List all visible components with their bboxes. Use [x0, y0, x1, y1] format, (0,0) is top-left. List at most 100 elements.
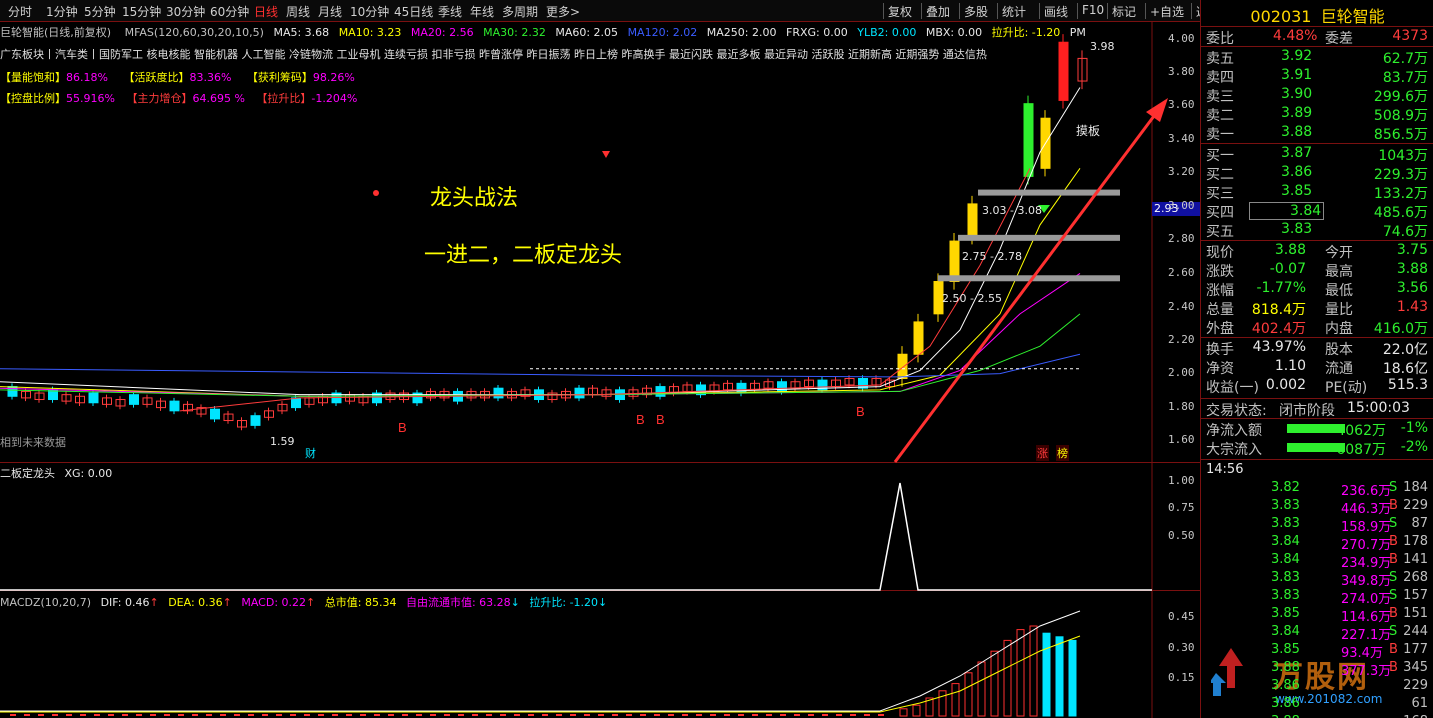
flow-pct: -1%	[1400, 420, 1428, 436]
tick-row: 3.83 349.8万 S 268	[1201, 570, 1433, 589]
tick-count: 177	[1403, 642, 1428, 657]
frxg-value: FRXG: 0.00	[786, 26, 848, 39]
period-tab[interactable]: 多周期	[502, 3, 538, 20]
period-tab[interactable]: 月线	[318, 3, 342, 20]
toolbar-button[interactable]: F10	[1082, 3, 1104, 17]
tick-side: S	[1389, 480, 1398, 495]
order-volume: 508.9万	[1373, 108, 1428, 124]
period-tab[interactable]: 5分钟	[84, 3, 116, 20]
period-tab[interactable]: 日线	[254, 3, 278, 20]
period-tab[interactable]: 年线	[470, 3, 494, 20]
period-tab[interactable]: 15分钟	[122, 3, 161, 20]
period-tab[interactable]: 1分钟	[46, 3, 78, 20]
macd-bar	[1016, 629, 1025, 717]
tick-volume: 274.0万	[1341, 592, 1392, 607]
order-label: 买三	[1206, 186, 1234, 202]
macd-bar	[290, 714, 296, 716]
kline-chart-area[interactable]: BBBB 巨轮智能(日线,前复权) MFAS(120,60,30,20,10,5…	[0, 22, 1200, 463]
macd-bar	[374, 714, 380, 716]
tick-row: 3.85 93.4万 B 177	[1201, 642, 1433, 661]
period-tab[interactable]: 30分钟	[166, 3, 205, 20]
tick-side: B	[1389, 642, 1398, 657]
macd-bar	[556, 714, 562, 716]
stock-code: 002031	[1250, 7, 1312, 26]
stat-label: 总量	[1206, 302, 1234, 318]
sector-tags[interactable]: 广东板块丨汽车类丨国防军工 核电核能 智能机器 人工智能 冷链物流 工业母机 连…	[0, 46, 1070, 62]
tick-volume: 234.9万	[1341, 556, 1392, 571]
macd-bar	[542, 714, 548, 716]
macd-bar	[52, 714, 58, 716]
period-tab[interactable]: 45日线	[394, 3, 433, 20]
macd-bar	[570, 714, 576, 716]
period-toolbar: 分时 1分钟 5分钟 15分钟 30分钟 60分钟 日线 周线 月线 10分钟 45日线 季线 年线 多周…	[0, 0, 1220, 22]
billboard-marker[interactable]: 榜	[1056, 445, 1069, 461]
stat-label: 内盘	[1325, 321, 1353, 337]
order-price: 3.90	[1281, 86, 1313, 102]
ind-value: 83.36%	[189, 71, 232, 84]
macd-bar	[206, 714, 212, 716]
stat-row: 换手 43.97% 股本 22.0亿	[1201, 338, 1433, 358]
ind-value: 86.18%	[66, 71, 108, 84]
stat-value: 3.88	[1274, 242, 1306, 258]
period-tab[interactable]: 60分钟	[210, 3, 249, 20]
sell-row: 卖二 3.89 508.9万	[1201, 104, 1433, 124]
candle	[736, 382, 747, 394]
limitup-marker[interactable]: 涨	[1036, 445, 1049, 461]
macd-bar	[951, 683, 960, 717]
stat-value: 416.0万	[1373, 321, 1428, 337]
tick-count: 157	[1403, 588, 1428, 603]
indicator-chart-macd[interactable]: MACDZ(10,20,7) DIF: 0.46↑ DEA: 0.36↑ MAC…	[0, 591, 1200, 718]
stat-value: 1.10	[1274, 358, 1306, 374]
toolbar-button[interactable]: 叠加	[926, 3, 950, 20]
future-data-label: 相到未来数据	[0, 436, 66, 449]
finance-marker[interactable]: 财	[305, 445, 316, 461]
macd-bar	[318, 714, 324, 716]
tick-price: 3.84	[1271, 552, 1300, 567]
ind-label: 【量能饱和】	[0, 71, 66, 84]
toolbar-button[interactable]: 统计	[1002, 3, 1026, 20]
weibi-label: 委比	[1206, 31, 1234, 47]
tick-count: 184	[1403, 480, 1428, 495]
toolbar-button[interactable]: +自选	[1150, 3, 1184, 20]
macd-bar	[654, 714, 660, 716]
indicator-chart-xg[interactable]: 二板定龙头 XG: 0.00 1.00 0.75 0.50	[0, 463, 1200, 591]
weibi-value: 4.48%	[1273, 28, 1318, 44]
order-price: 3.87	[1281, 145, 1313, 161]
period-tab[interactable]: 10分钟	[350, 3, 389, 20]
order-label: 买五	[1206, 224, 1234, 240]
tick-volume: 158.9万	[1341, 520, 1392, 535]
dif-value: DIF: 0.46	[100, 596, 150, 609]
marker-dot	[373, 190, 379, 196]
stat-row: 总量 818.4万 量比 1.43	[1201, 298, 1433, 318]
flow-pct: -2%	[1400, 439, 1428, 455]
ma120-value: MA120: 2.02	[627, 26, 698, 39]
annotation-subtitle: 一进二，二板定龙头	[424, 243, 623, 268]
macd-bar	[262, 714, 268, 716]
toolbar-button[interactable]: 画线	[1044, 3, 1068, 20]
chart-title: 巨轮智能(日线,前复权)	[0, 26, 112, 39]
period-tab[interactable]: 分时	[8, 3, 32, 20]
stat-value: 402.4万	[1251, 321, 1306, 337]
toolbar-button[interactable]: 标记	[1112, 3, 1136, 20]
macd-bar	[780, 714, 786, 716]
indicator-row-1: 【量能饱和】86.18% 【活跃度比】83.36% 【获利筹码】98.26%	[0, 69, 355, 85]
order-volume: 856.5万	[1373, 127, 1428, 143]
period-tab[interactable]: 季线	[438, 3, 462, 20]
ma20-value: MA20: 2.56	[410, 26, 474, 39]
ticks-time-row: 14:56	[1201, 462, 1433, 480]
tick-row: 3.84 234.9万 B 141	[1201, 552, 1433, 571]
macd-bar	[192, 714, 198, 716]
toolbar-button[interactable]: 复权	[888, 3, 912, 20]
tick-count: 229	[1403, 678, 1428, 693]
weicha-label: 委差	[1325, 31, 1353, 47]
candle	[250, 415, 261, 426]
period-tab[interactable]: 周线	[286, 3, 310, 20]
tick-count: 87	[1411, 516, 1428, 531]
macd-bar	[108, 714, 114, 716]
period-tab[interactable]: 更多>	[546, 3, 580, 20]
stat-label: 换手	[1206, 342, 1234, 358]
toolbar-button[interactable]: 多股	[964, 3, 988, 20]
stat-value: 3.75	[1396, 242, 1428, 258]
ticks-time: 14:56	[1206, 462, 1244, 477]
tick-row: 3.83 158.9万 S 87	[1201, 516, 1433, 535]
